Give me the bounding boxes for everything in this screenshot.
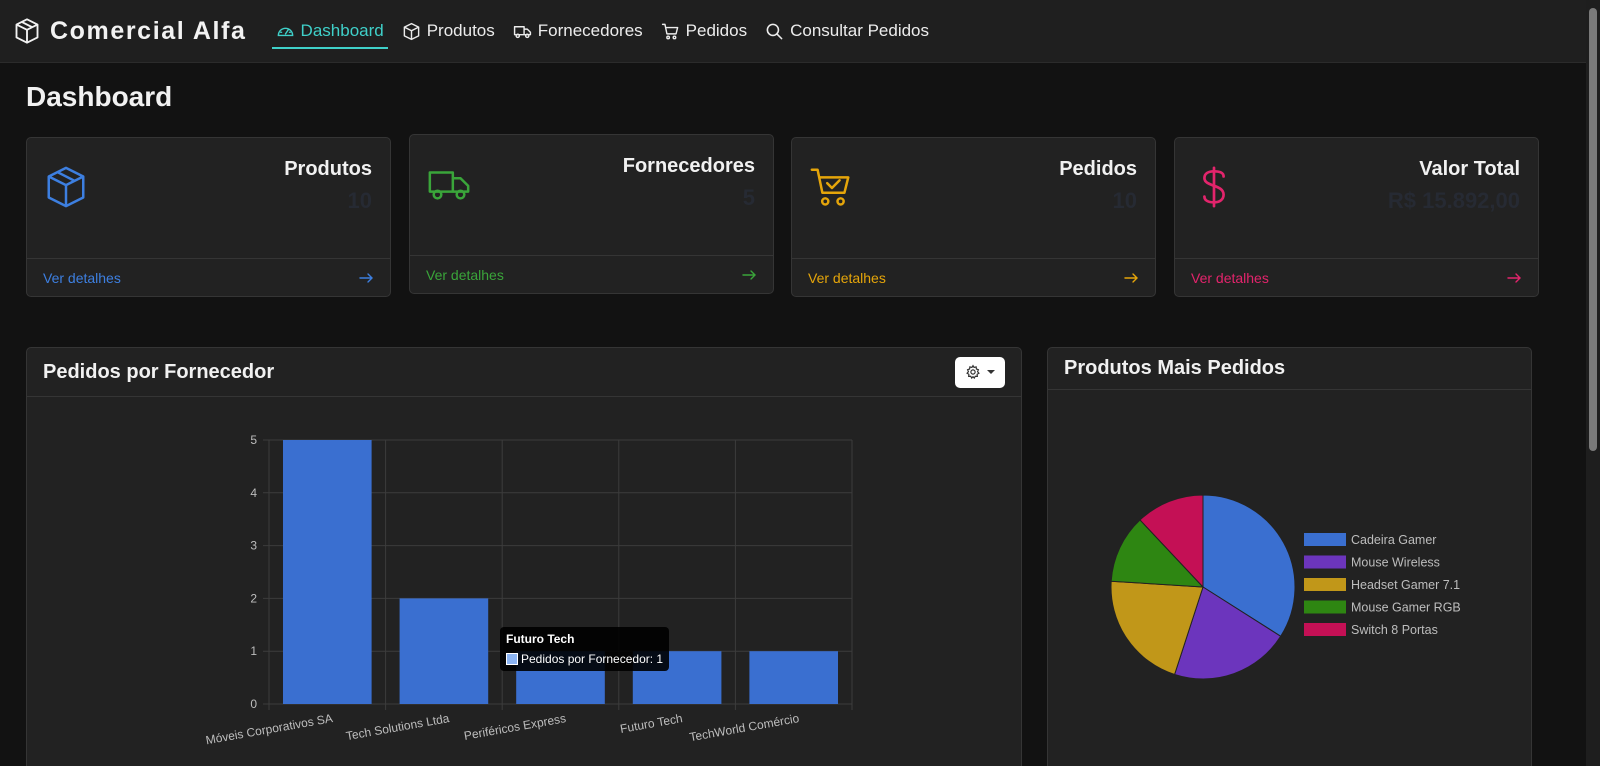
bar-chart[interactable]: 0 1 2 3 4 5 Móveis Corporativos SA Tech Solutio… — [27, 398, 1021, 766]
chevron-down-icon — [987, 370, 995, 374]
arrow-right-icon — [359, 272, 373, 283]
y-tick-label: 2 — [250, 591, 257, 605]
y-tick-label: 5 — [250, 433, 257, 447]
legend-swatch — [1304, 623, 1346, 636]
top-navbar: Comercial Alfa Dashboard Produtos Fornec… — [0, 0, 1586, 63]
nav-pedidos-label: Pedidos — [685, 21, 748, 40]
truck-icon — [428, 171, 470, 200]
nav-consultar-pedidos-label: Consultar Pedidos — [790, 21, 930, 40]
card-produtos-link[interactable]: Ver detalhes — [43, 270, 121, 286]
tooltip-row: Pedidos por Fornecedor: 1 — [506, 652, 663, 666]
card-fornecedores-value: 5 — [742, 185, 755, 210]
cart-icon — [661, 23, 678, 39]
chart-settings-button[interactable] — [955, 356, 1005, 388]
legend-label: Mouse Wireless — [1351, 556, 1440, 570]
card-fornecedores-title: Fornecedores — [622, 155, 755, 177]
page-title: Dashboard — [26, 81, 173, 112]
nav-produtos-label: Produtos — [426, 21, 495, 40]
chart-tooltip: Futuro Tech Pedidos por Fornecedor: 1 — [500, 627, 670, 671]
nav-pedidos[interactable]: Pedidos — [652, 0, 756, 63]
scrollbar-thumb[interactable] — [1589, 8, 1597, 451]
legend-label: Mouse Gamer RGB — [1351, 601, 1461, 615]
cart-check-icon — [810, 168, 850, 206]
card-valor-total-value: R$ 15.892,00 — [1387, 188, 1520, 213]
card-valor-total: Valor Total R$ 15.892,00 Ver detalhes — [1174, 137, 1539, 297]
legend-label: Cadeira Gamer — [1351, 533, 1436, 547]
speedometer-icon — [277, 27, 293, 36]
panel-title: Pedidos por Fornecedor — [43, 360, 275, 383]
card-produtos-footer[interactable]: Ver detalhes — [27, 258, 390, 296]
card-valor-total-title: Valor Total — [1419, 158, 1520, 180]
nav-dashboard[interactable]: Dashboard — [267, 0, 393, 63]
card-pedidos-footer[interactable]: Ver detalhes — [792, 258, 1155, 296]
panel-title: Produtos Mais Pedidos — [1064, 357, 1286, 379]
legend-swatch — [1304, 555, 1346, 569]
tooltip-swatch — [506, 653, 518, 665]
legend-label: Switch 8 Portas — [1351, 623, 1438, 637]
page-scrollbar[interactable] — [1586, 0, 1600, 766]
card-pedidos-title: Pedidos — [1059, 158, 1137, 180]
brand[interactable]: Comercial Alfa — [13, 17, 247, 46]
y-tick-label: 3 — [250, 539, 257, 553]
card-fornecedores: Fornecedores 5 Ver detalhes — [409, 134, 774, 294]
arrow-right-icon — [1507, 272, 1521, 283]
panel-produtos-mais-pedidos: Produtos Mais Pedidos Cadeira Gamer Mouse… — [1047, 347, 1532, 766]
legend-swatch — [1304, 600, 1346, 614]
x-tick-label: Móveis Corporativos SA — [205, 711, 334, 747]
card-produtos-title: Produtos — [284, 158, 372, 180]
dollar-icon — [1203, 166, 1225, 208]
panel-pedidos-por-fornecedor: Pedidos por Fornecedor 0 1 2 3 4 5 Móveis Corp… — [26, 347, 1022, 766]
x-tick-label: Periféricos Express — [463, 711, 567, 743]
y-tick-label: 1 — [250, 644, 257, 658]
gear-icon — [966, 364, 980, 380]
card-pedidos-link[interactable]: Ver detalhes — [808, 270, 886, 286]
x-tick-label: Tech Solutions Ltda — [345, 711, 451, 743]
card-fornecedores-link[interactable]: Ver detalhes — [426, 267, 504, 283]
card-produtos-value: 10 — [347, 188, 372, 213]
truck-icon — [513, 25, 531, 38]
nav-produtos[interactable]: Produtos — [393, 0, 504, 63]
nav-fornecedores-label: Fornecedores — [537, 21, 643, 40]
box-icon — [403, 22, 420, 40]
panel-header: Produtos Mais Pedidos — [1048, 348, 1531, 390]
legend-label: Headset Gamer 7.1 — [1351, 578, 1460, 592]
legend-swatch — [1304, 578, 1346, 591]
y-tick-label: 0 — [250, 697, 257, 711]
bar-1 — [399, 598, 489, 704]
brand-name: Comercial Alfa — [50, 16, 247, 45]
pie-chart[interactable]: Cadeira Gamer Mouse Wireless Headset Gamer… — [1048, 391, 1531, 766]
tooltip-title: Futuro Tech — [506, 632, 575, 646]
bar-4 — [749, 651, 839, 704]
box-icon — [15, 18, 39, 44]
box-icon — [47, 166, 85, 208]
x-tick-label: TechWorld Comércio — [688, 711, 800, 744]
arrow-right-icon — [742, 269, 756, 280]
card-fornecedores-footer[interactable]: Ver detalhes — [410, 255, 773, 293]
card-produtos: Produtos 10 Ver detalhes — [26, 137, 391, 297]
legend-swatch — [1304, 533, 1346, 546]
bar-0 — [282, 440, 372, 704]
card-pedidos: Pedidos 10 Ver detalhes — [791, 137, 1156, 297]
card-valor-total-link[interactable]: Ver detalhes — [1191, 270, 1269, 286]
search-icon — [766, 23, 783, 39]
nav-fornecedores[interactable]: Fornecedores — [504, 0, 652, 63]
panel-header: Pedidos por Fornecedor — [27, 348, 1021, 397]
card-valor-total-footer[interactable]: Ver detalhes — [1175, 258, 1538, 296]
nav-consultar-pedidos[interactable]: Consultar Pedidos — [756, 0, 938, 63]
x-tick-label: Futuro Tech — [619, 711, 684, 736]
card-pedidos-value: 10 — [1112, 188, 1137, 213]
nav-dashboard-label: Dashboard — [300, 21, 384, 40]
y-tick-label: 4 — [250, 486, 257, 500]
arrow-right-icon — [1124, 272, 1138, 283]
tooltip-text: Pedidos por Fornecedor: 1 — [521, 652, 664, 666]
